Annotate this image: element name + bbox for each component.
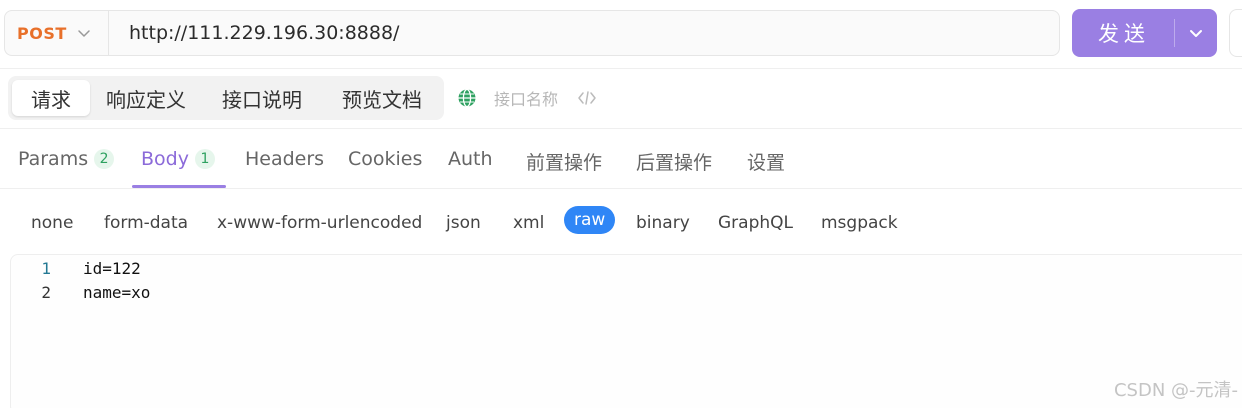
tab-post-operations[interactable]: 后置操作	[636, 148, 712, 175]
tab-pre-operations[interactable]: 前置操作	[526, 148, 602, 175]
line-number: 1	[41, 258, 51, 278]
segment-label: 请求	[31, 87, 71, 112]
api-name-input[interactable]: 接口名称	[494, 86, 558, 110]
body-type-x-www-form-urlencoded[interactable]: x-www-form-urlencoded	[217, 213, 422, 233]
divider	[0, 128, 1242, 129]
tab-label: Cookies	[348, 148, 423, 170]
tab-cookies[interactable]: Cookies	[348, 148, 422, 170]
send-button[interactable]: 发送	[1072, 9, 1217, 57]
tab-auth[interactable]: Auth	[448, 148, 493, 170]
code-icon[interactable]	[577, 89, 597, 107]
body-editor[interactable]: 1 id=122 2 name=xo	[10, 254, 1242, 408]
body-type-binary[interactable]: binary	[636, 213, 690, 233]
tab-label: Params	[18, 148, 89, 170]
url-text: http://111.229.196.30:8888/	[129, 22, 400, 44]
globe-icon[interactable]	[457, 88, 477, 108]
count-badge: 1	[194, 149, 215, 169]
line-text: id=122	[83, 258, 141, 278]
divider	[0, 68, 1242, 69]
send-divider	[1174, 19, 1175, 47]
watermark: CSDN @-元清-	[1113, 380, 1238, 401]
body-type-form-data[interactable]: form-data	[104, 213, 188, 233]
body-type-raw[interactable]: raw	[564, 206, 616, 234]
segment-label: 接口说明	[222, 87, 302, 112]
segment-request[interactable]: 请求	[12, 80, 90, 116]
segment-label: 预览文档	[342, 87, 422, 112]
segment-preview-doc[interactable]: 预览文档	[326, 80, 438, 116]
tab-settings[interactable]: 设置	[747, 148, 785, 175]
tab-label: Auth	[448, 148, 493, 170]
line-number: 2	[41, 282, 51, 302]
count-badge: 2	[94, 149, 115, 169]
line-text: name=xo	[83, 282, 151, 302]
divider	[0, 188, 1242, 189]
segment-api-description[interactable]: 接口说明	[206, 80, 318, 116]
body-type-xml[interactable]: xml	[513, 213, 544, 233]
url-input[interactable]: http://111.229.196.30:8888/	[108, 10, 1060, 56]
tab-label: 前置操作	[526, 152, 603, 174]
send-label: 发送	[1098, 22, 1150, 46]
view-segmented-control: 请求 响应定义 接口说明 预览文档	[8, 76, 444, 120]
body-type-json[interactable]: json	[446, 213, 481, 233]
tab-label: Body	[141, 148, 189, 170]
tab-label: 后置操作	[636, 152, 713, 174]
tab-headers[interactable]: Headers	[245, 148, 324, 170]
tab-body[interactable]: Body 1	[141, 148, 215, 170]
chevron-down-icon[interactable]	[1187, 24, 1205, 42]
body-type-graphql[interactable]: GraphQL	[718, 213, 793, 233]
more-button[interactable]	[1229, 9, 1242, 57]
editor-line: 2 name=xo	[11, 280, 150, 304]
body-type-none[interactable]: none	[31, 213, 73, 233]
body-type-msgpack[interactable]: msgpack	[821, 213, 898, 233]
method-select[interactable]: POST	[4, 10, 108, 56]
tab-params[interactable]: Params 2	[18, 148, 115, 170]
method-label: POST	[17, 23, 67, 43]
tab-label: 设置	[747, 152, 786, 174]
request-bar: POST http://111.229.196.30:8888/ 发送	[0, 0, 1242, 68]
tab-label: Headers	[245, 148, 325, 170]
editor-line: 1 id=122	[11, 256, 141, 280]
segment-label: 响应定义	[106, 87, 186, 112]
segment-response-definition[interactable]: 响应定义	[94, 80, 198, 116]
request-tabs: Params 2 Body 1 Headers Cookies Auth 前置操作 …	[0, 130, 1242, 188]
chevron-down-icon	[78, 30, 90, 37]
